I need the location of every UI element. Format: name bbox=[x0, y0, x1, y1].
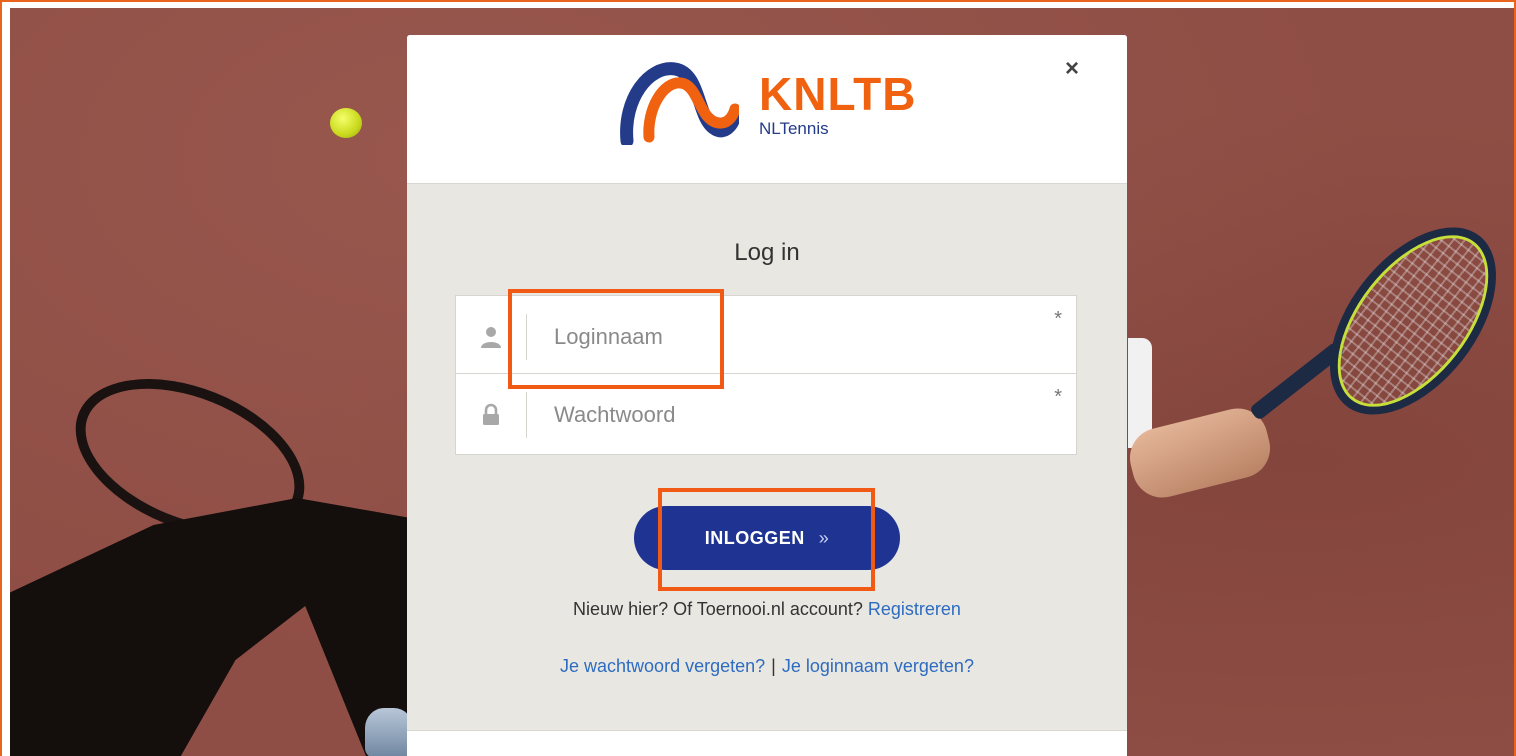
brand-name: KNLTB bbox=[759, 68, 917, 120]
lock-icon bbox=[483, 403, 499, 425]
field-separator bbox=[526, 392, 527, 438]
login-button-highlight-box bbox=[658, 488, 875, 591]
required-marker: * bbox=[1054, 308, 1062, 330]
player-shoe bbox=[365, 708, 413, 756]
knltb-logo: KNLTB NLTennis bbox=[619, 57, 939, 147]
racket-head bbox=[1296, 197, 1514, 445]
tennis-ball-image bbox=[330, 108, 362, 138]
forgot-password-link[interactable]: Je wachtwoord vergeten? bbox=[560, 656, 765, 676]
required-marker: * bbox=[1054, 386, 1062, 408]
brand-subtitle: NLTennis bbox=[759, 119, 829, 138]
close-icon[interactable]: × bbox=[1060, 57, 1084, 81]
username-highlight-box bbox=[508, 289, 724, 389]
knltb-logo-mark bbox=[620, 62, 739, 145]
register-link[interactable]: Registreren bbox=[868, 599, 961, 619]
register-prompt: Nieuw hier? Of Toernooi.nl account? Regi… bbox=[407, 599, 1127, 620]
register-text: Nieuw hier? Of Toernooi.nl account? bbox=[573, 599, 868, 619]
forgot-links: Je wachtwoord vergeten? | Je loginnaam ver… bbox=[407, 656, 1127, 677]
player-shadow bbox=[10, 498, 420, 756]
link-separator: | bbox=[771, 656, 776, 676]
modal-header: KNLTB NLTennis × bbox=[407, 35, 1127, 184]
app-frame: KNLTB NLTennis × Log in * bbox=[0, 0, 1516, 756]
login-modal: KNLTB NLTennis × Log in * bbox=[407, 35, 1127, 756]
login-form: Log in * * INLOGGEN» Nie bbox=[407, 184, 1127, 730]
forgot-username-link[interactable]: Je loginnaam vergeten? bbox=[782, 656, 974, 676]
modal-footer bbox=[407, 730, 1127, 756]
user-icon bbox=[481, 327, 501, 348]
password-input[interactable] bbox=[552, 394, 1026, 436]
page-title: Log in bbox=[734, 239, 800, 266]
